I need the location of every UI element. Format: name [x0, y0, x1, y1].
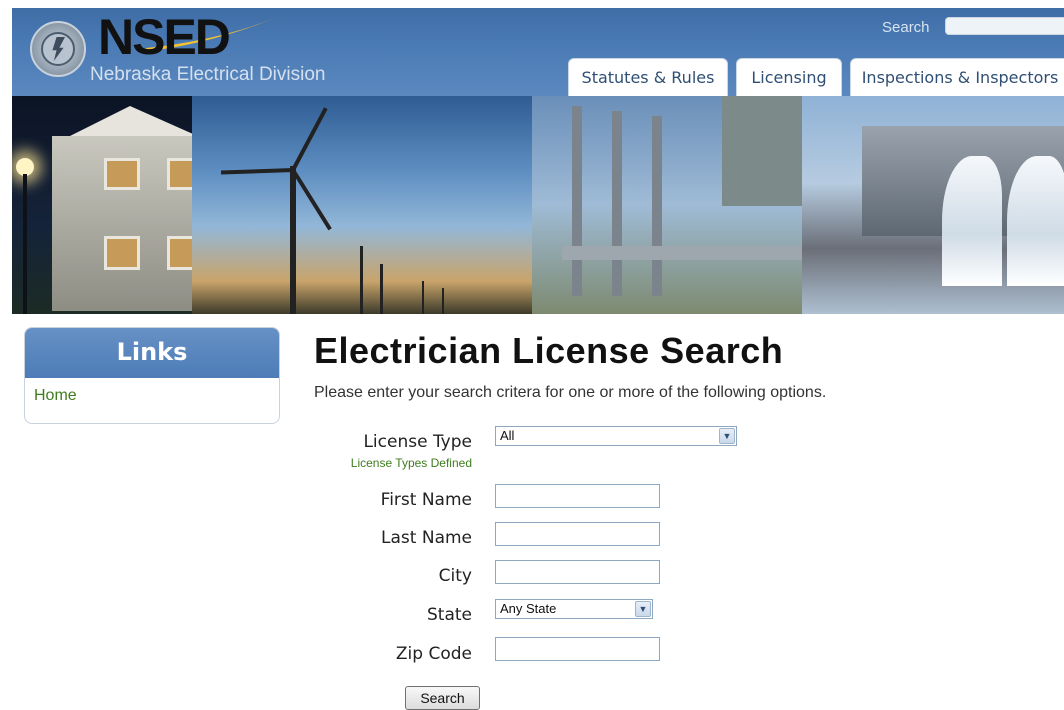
- transformer-housing: [722, 96, 812, 206]
- state-seal-logo[interactable]: [30, 21, 86, 77]
- first-name-field[interactable]: [495, 484, 660, 508]
- sidebar-link-home[interactable]: Home: [25, 378, 279, 405]
- street-lamp-pole: [23, 174, 27, 314]
- substation-rail: [562, 246, 822, 260]
- search-button[interactable]: Search: [405, 686, 480, 710]
- city-field[interactable]: [495, 560, 660, 584]
- dam-spillway-water: [1007, 156, 1064, 286]
- license-type-label: License Type: [363, 432, 472, 452]
- header-banner-image: [12, 96, 1064, 314]
- links-sidebar: Links Home: [24, 327, 280, 424]
- brand-subtitle: Nebraska Electrical Division: [90, 64, 326, 85]
- house-window: [104, 158, 140, 190]
- license-type-selected-value: All: [500, 428, 515, 443]
- last-name-label: Last Name: [381, 528, 472, 548]
- insulator-pole: [572, 106, 582, 296]
- insulator-pole: [652, 116, 662, 296]
- chevron-down-icon[interactable]: ▼: [719, 428, 735, 444]
- turbine-blade: [291, 107, 328, 171]
- tab-inspections-inspectors[interactable]: Inspections & Inspectors: [850, 58, 1064, 96]
- search-instructions: Please enter your search critera for one…: [314, 384, 827, 401]
- turbine-blade: [291, 168, 332, 231]
- turbine-blade: [220, 168, 294, 175]
- banner-wind-turbines-photo: [192, 96, 572, 314]
- tab-licensing[interactable]: Licensing: [736, 58, 842, 96]
- turbine-tower: [380, 264, 383, 314]
- zip-code-label: Zip Code: [395, 644, 472, 664]
- site-header: NSED Nebraska Electrical Division Search…: [12, 8, 1064, 96]
- brand-logo-text[interactable]: NSED: [98, 12, 231, 62]
- license-type-select[interactable]: All ▼: [495, 426, 737, 446]
- state-selected-value: Any State: [500, 601, 557, 616]
- first-name-label: First Name: [380, 490, 472, 510]
- chevron-down-icon[interactable]: ▼: [635, 601, 651, 617]
- links-sidebar-title: Links: [25, 328, 279, 378]
- turbine-tower: [422, 281, 424, 314]
- turbine-tower: [360, 246, 363, 314]
- house-window: [104, 236, 140, 270]
- search-label: Search: [882, 19, 930, 36]
- site-search-input[interactable]: [945, 17, 1064, 35]
- city-label: City: [438, 566, 472, 586]
- last-name-field[interactable]: [495, 522, 660, 546]
- state-select[interactable]: Any State ▼: [495, 599, 653, 619]
- turbine-tower: [290, 166, 296, 314]
- dam-spillway-water: [942, 156, 1002, 286]
- banner-dam-photo: [802, 96, 1064, 314]
- banner-substation-photo: [532, 96, 842, 314]
- tab-statutes-rules[interactable]: Statutes & Rules: [568, 58, 728, 96]
- turbine-tower: [442, 288, 444, 314]
- page-title: Electrician License Search: [314, 330, 784, 371]
- state-label: State: [427, 605, 472, 625]
- insulator-pole: [612, 111, 622, 296]
- license-types-defined-link[interactable]: License Types Defined: [330, 456, 472, 470]
- zip-code-field[interactable]: [495, 637, 660, 661]
